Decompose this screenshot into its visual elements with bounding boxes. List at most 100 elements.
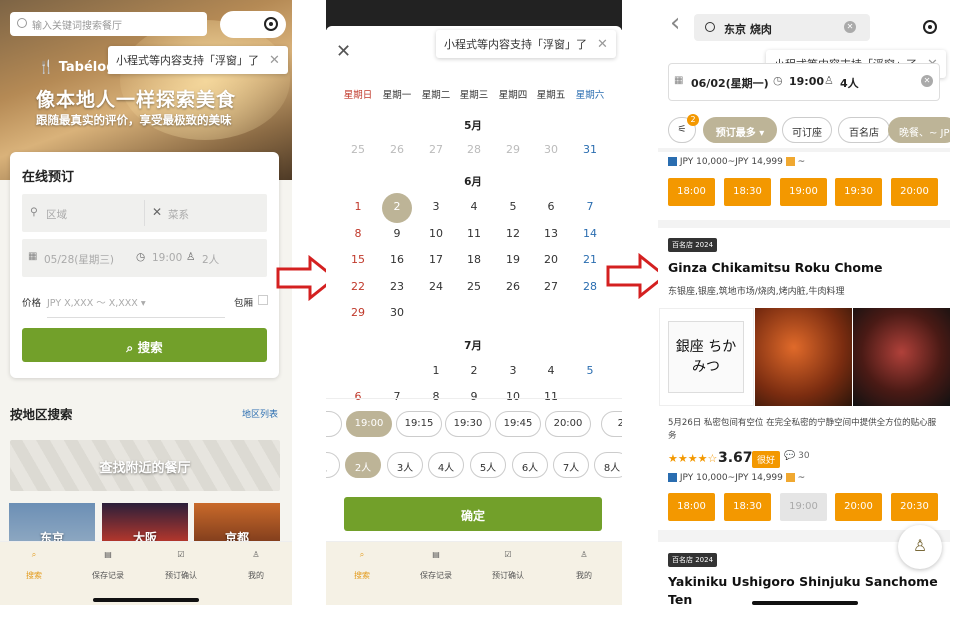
calendar-day[interactable]: 19 bbox=[499, 253, 527, 273]
search-button[interactable]: ⌕ 搜索 bbox=[22, 328, 267, 362]
people-option[interactable]: 8人 bbox=[594, 452, 622, 478]
calendar-day[interactable]: 28 bbox=[576, 280, 604, 300]
people-option[interactable]: 6人 bbox=[512, 452, 548, 478]
filter-chip-bookable[interactable]: 可订座 bbox=[782, 117, 832, 143]
calendar-day[interactable]: 29 bbox=[344, 306, 372, 326]
calendar-day[interactable]: 3 bbox=[499, 364, 527, 384]
time-slot-button[interactable]: 19:00 bbox=[780, 178, 827, 206]
clear-icon[interactable]: ✕ bbox=[844, 21, 856, 33]
clear-icon[interactable]: ✕ bbox=[921, 75, 933, 87]
calendar-day[interactable]: 4 bbox=[537, 364, 565, 384]
tab-profile[interactable]: ♙ 我的 bbox=[554, 550, 614, 581]
cuisine-field[interactable]: 菜系 bbox=[168, 207, 189, 222]
filter-chip-dinner[interactable]: 晚餐、~ JP bbox=[888, 117, 950, 143]
calendar-day[interactable]: 23 bbox=[383, 280, 411, 300]
time-slot-button[interactable]: 18:30 bbox=[724, 178, 771, 206]
tab-search[interactable]: ⌕ 搜索 bbox=[332, 550, 392, 581]
calendar-day[interactable]: 2 bbox=[460, 364, 488, 384]
calendar-day[interactable]: 6 bbox=[344, 390, 372, 410]
calendar-day[interactable]: 4 bbox=[460, 200, 488, 220]
time-slot-button[interactable]: 20:00 bbox=[835, 493, 882, 521]
calendar-day[interactable]: 27 bbox=[537, 280, 565, 300]
mini-program-capsule[interactable] bbox=[220, 11, 286, 38]
tab-profile[interactable]: ♙ 我的 bbox=[226, 550, 286, 581]
calendar-day[interactable]: 16 bbox=[383, 253, 411, 273]
people-option[interactable]: 7人 bbox=[553, 452, 589, 478]
restaurant-name[interactable]: Ginza Chikamitsu Roku Chome bbox=[668, 260, 883, 275]
calendar-day[interactable]: 7 bbox=[576, 200, 604, 220]
city-osaka[interactable]: 大阪 bbox=[102, 503, 188, 545]
record-icon[interactable] bbox=[264, 17, 278, 31]
calendar-day[interactable]: 21 bbox=[576, 253, 604, 273]
date-time-people-row[interactable]: ▦ 06/02(星期一) ◷ 19:00 ♙ 4人 ✕ bbox=[668, 63, 940, 101]
calendar-day[interactable]: 26 bbox=[499, 280, 527, 300]
nearby-button[interactable]: 查找附近的餐厅 bbox=[10, 440, 280, 491]
close-icon[interactable]: ✕ bbox=[336, 41, 351, 62]
people-option[interactable]: 4人 bbox=[428, 452, 464, 478]
calendar-day-selected[interactable]: 2 bbox=[382, 193, 412, 223]
tab-reservations[interactable]: ☑ 预订确认 bbox=[151, 550, 211, 581]
calendar-day[interactable]: 24 bbox=[422, 280, 450, 300]
mini-program-capsule[interactable] bbox=[880, 14, 950, 41]
calendar-day[interactable]: 1 bbox=[344, 200, 372, 220]
calendar-day[interactable]: 8 bbox=[344, 227, 372, 247]
tab-saved[interactable]: ▤ 保存记录 bbox=[78, 550, 138, 581]
calendar-day[interactable]: 5 bbox=[576, 364, 604, 384]
calendar-day[interactable]: 1 bbox=[422, 364, 450, 384]
time-slot-button[interactable]: 20:30 bbox=[891, 493, 938, 521]
back-icon[interactable]: ‹ bbox=[670, 10, 680, 36]
calendar-day[interactable]: 15 bbox=[344, 253, 372, 273]
calendar-day[interactable]: 13 bbox=[537, 227, 565, 247]
map-pin-user-icon[interactable]: ♙ bbox=[898, 525, 942, 569]
calendar-day[interactable]: 17 bbox=[422, 253, 450, 273]
time-option[interactable]: 20 bbox=[601, 411, 622, 437]
city-kyoto[interactable]: 京都 bbox=[194, 503, 280, 545]
filter-button[interactable]: ⚟ 2 bbox=[668, 114, 699, 143]
calendar-day[interactable]: 22 bbox=[344, 280, 372, 300]
calendar-day[interactable]: 3 bbox=[422, 200, 450, 220]
record-icon[interactable] bbox=[923, 20, 937, 34]
calendar-day[interactable]: 25 bbox=[460, 280, 488, 300]
time-slot-button[interactable]: 18:00 bbox=[668, 493, 715, 521]
search-input[interactable]: 东京 烧肉 ✕ bbox=[694, 14, 870, 41]
food-photo-2[interactable] bbox=[853, 308, 950, 406]
people-option[interactable]: 5人 bbox=[470, 452, 506, 478]
calendar-day[interactable]: 8 bbox=[422, 390, 450, 410]
calendar-day[interactable]: 6 bbox=[537, 200, 565, 220]
calendar-day[interactable]: 12 bbox=[499, 227, 527, 247]
tab-reservations[interactable]: ☑ 预订确认 bbox=[478, 550, 538, 581]
time-option[interactable]: 19:15 bbox=[396, 411, 442, 437]
time-option[interactable]: 19:30 bbox=[445, 411, 491, 437]
close-icon[interactable]: ✕ bbox=[597, 37, 608, 52]
time-slot-button[interactable]: 18:30 bbox=[724, 493, 771, 521]
calendar-day[interactable]: 14 bbox=[576, 227, 604, 247]
private-room-checkbox[interactable] bbox=[258, 295, 268, 305]
city-tokyo[interactable]: 东京 bbox=[9, 503, 95, 545]
people-option[interactable]: 3人 bbox=[387, 452, 423, 478]
restaurant-name-line2[interactable]: Ten bbox=[668, 592, 692, 605]
search-input[interactable]: 输入关键词搜索餐厅 bbox=[10, 12, 207, 36]
calendar-day[interactable]: 11 bbox=[537, 390, 565, 410]
time-slot-button[interactable]: 19:30 bbox=[835, 178, 882, 206]
filter-chip-popular[interactable]: 预订最多 ▾ bbox=[703, 117, 777, 143]
time-option[interactable]: 19:00 bbox=[346, 411, 392, 437]
time-slot-button[interactable]: 18:00 bbox=[668, 178, 715, 206]
people-option[interactable]: 2人 bbox=[345, 452, 381, 478]
calendar-day[interactable]: 9 bbox=[383, 227, 411, 247]
close-icon[interactable]: ✕ bbox=[269, 53, 280, 68]
area-list-link[interactable]: 地区列表 bbox=[242, 407, 278, 420]
price-select[interactable]: JPY X,XXX ～ X,XXX ▾ bbox=[47, 295, 225, 318]
date-time-people-row[interactable]: ▦ 05/28(星期三) ◷ 19:00 ♙ 2人 bbox=[22, 239, 267, 277]
restaurant-logo-image[interactable]: 銀座 ちかみつ bbox=[659, 308, 754, 406]
calendar-day[interactable]: 7 bbox=[383, 390, 411, 410]
calendar-day[interactable]: 5 bbox=[499, 200, 527, 220]
tab-search[interactable]: ⌕ 搜索 bbox=[4, 550, 64, 581]
calendar-day[interactable]: 10 bbox=[422, 227, 450, 247]
calendar-day[interactable]: 18 bbox=[460, 253, 488, 273]
time-option[interactable]: 20:00 bbox=[545, 411, 591, 437]
confirm-button[interactable]: 确定 bbox=[344, 497, 602, 531]
tab-saved[interactable]: ▤ 保存记录 bbox=[406, 550, 466, 581]
food-photo-1[interactable] bbox=[755, 308, 852, 406]
time-option[interactable]: 19:45 bbox=[495, 411, 541, 437]
time-slot-button[interactable]: 20:00 bbox=[891, 178, 938, 206]
